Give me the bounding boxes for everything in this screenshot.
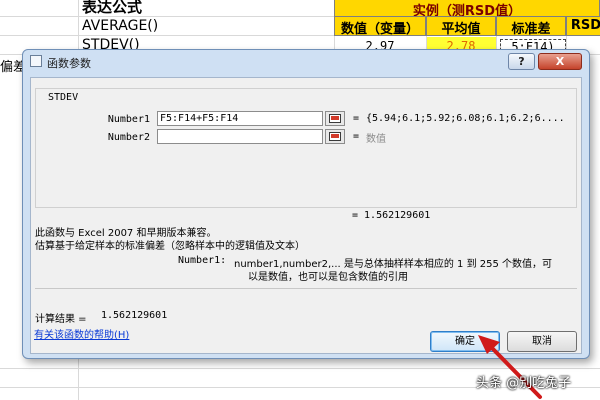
formula-average[interactable]: AVERAGE() (82, 18, 158, 34)
grid-line (0, 368, 600, 369)
collapse-dialog-button[interactable] (325, 129, 345, 144)
watermark: 头条 @别吃兔子 (476, 376, 572, 391)
calc-result-label: 计算结果 = (35, 314, 87, 325)
close-button[interactable]: X (538, 53, 582, 70)
collapse-icon (329, 132, 341, 141)
dialog-title: 函数参数 (47, 57, 91, 70)
arg-help-line2: 以是数值，也可以是包含数值的引用 (248, 272, 408, 283)
equals-sign: = (353, 131, 360, 142)
arguments-group: STDEV Number1 F5:F14+F5:F14 = {5.94;6.1;… (35, 88, 577, 208)
function-help-link[interactable]: 有关该函数的帮助(H) (34, 326, 129, 341)
dialog-body: STDEV Number1 F5:F14+F5:F14 = {5.94;6.1;… (30, 77, 582, 354)
function-arguments-dialog: 函数参数 ? X STDEV Number1 F5:F14+F5:F14 = {… (22, 49, 590, 359)
collapse-dialog-button[interactable] (325, 111, 345, 126)
arg-help-label: Number1: (178, 255, 227, 266)
arg-label-number1: Number1 (107, 114, 150, 125)
formula-header: 表达公式 (82, 0, 143, 16)
col-header-rsd: RSD (570, 18, 600, 33)
number1-input[interactable]: F5:F14+F5:F14 (157, 111, 323, 126)
divider (35, 288, 577, 289)
function-name: STDEV (46, 92, 81, 103)
col-header-stdev: 标准差 (511, 22, 551, 37)
window-icon (30, 55, 42, 67)
collapse-icon (329, 114, 341, 123)
number1-result: {5.94;6.1;5.92;6.08;6.1;6.2;6.... (366, 113, 565, 124)
col-header-value: 数值（变量） (340, 22, 419, 37)
help-button[interactable]: ? (508, 53, 535, 70)
arg-label-number2: Number2 (107, 132, 150, 143)
number2-result: 数值 (366, 134, 386, 145)
function-description: 估算基于给定样本的标准偏差（忽略样本中的逻辑值及文本） (35, 241, 305, 252)
ok-button[interactable]: 确定 (430, 331, 500, 352)
number2-input[interactable] (157, 129, 323, 144)
dialog-titlebar[interactable]: 函数参数 ? X (23, 50, 589, 74)
formula-result-preview: = 1.562129601 (352, 210, 431, 221)
calc-result-value: 1.562129601 (101, 310, 168, 321)
col-header-average: 平均值 (441, 22, 481, 37)
equals-sign: = (353, 113, 360, 124)
cancel-button[interactable]: 取消 (507, 331, 577, 352)
